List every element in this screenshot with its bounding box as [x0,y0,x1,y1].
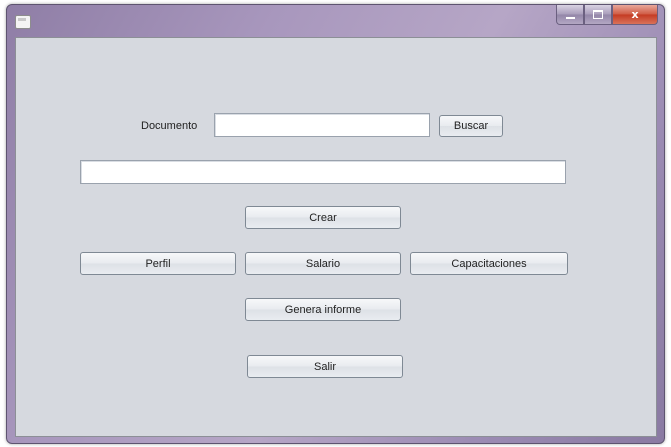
minimize-button[interactable] [556,5,584,25]
buscar-button[interactable]: Buscar [439,115,503,137]
documento-input[interactable] [214,113,430,137]
app-icon[interactable] [15,15,31,29]
capacitaciones-button[interactable]: Capacitaciones [410,252,568,275]
caption-buttons: x [556,5,658,25]
salario-button[interactable]: Salario [245,252,401,275]
documento-label: Documento [141,120,198,132]
app-window: x Documento Buscar Crear Perfil Salario … [6,4,665,444]
result-field[interactable] [80,160,566,184]
content-panel: Documento Buscar Crear Perfil Salario Ca… [15,37,657,437]
close-button[interactable]: x [612,5,658,25]
minimize-icon [565,16,575,19]
maximize-button[interactable] [584,5,612,25]
genera-informe-button[interactable]: Genera informe [245,298,401,321]
maximize-icon [593,10,603,19]
salir-button[interactable]: Salir [247,355,403,378]
perfil-button[interactable]: Perfil [80,252,236,275]
title-bar[interactable]: x [7,5,664,37]
close-icon: x [631,8,639,21]
crear-button[interactable]: Crear [245,206,401,229]
